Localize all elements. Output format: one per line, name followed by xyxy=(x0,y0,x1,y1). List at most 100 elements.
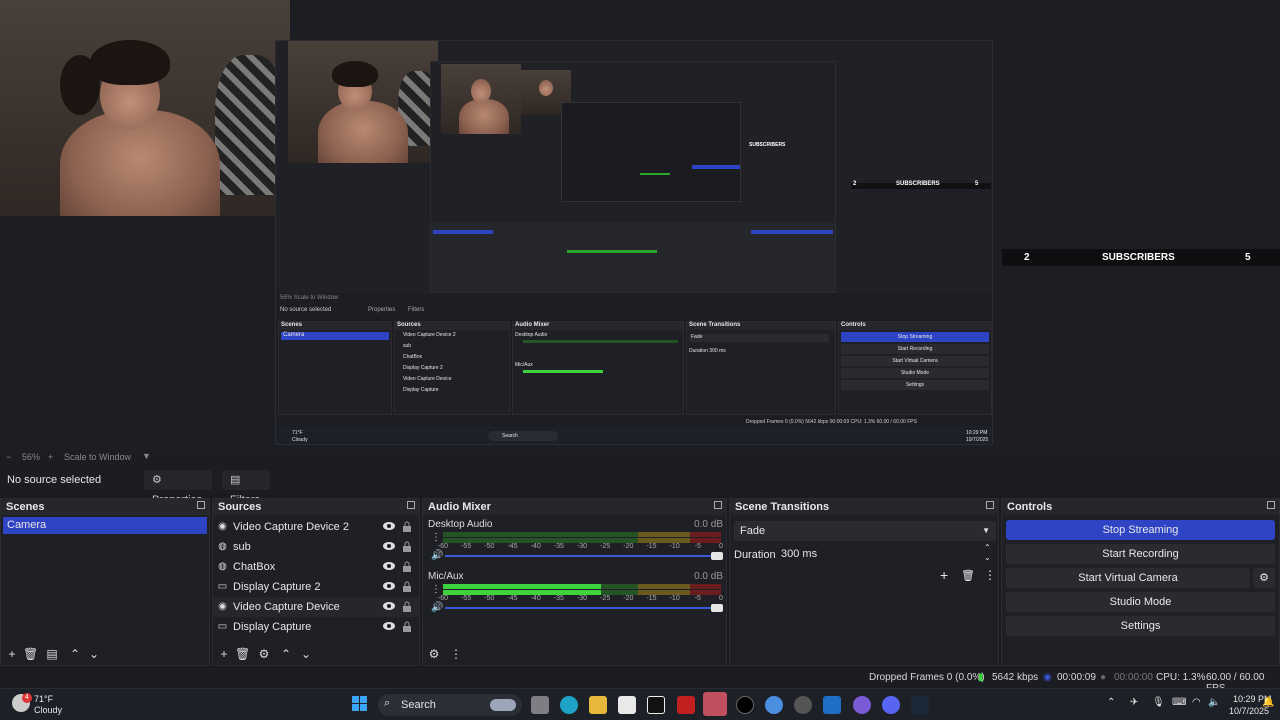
eye-icon[interactable] xyxy=(383,601,395,611)
preview-canvas[interactable]: SUBSCRIBERS 2 SUBSCRIBERS 5 56% Scale to… xyxy=(0,0,1280,451)
lock-icon[interactable] xyxy=(402,541,412,552)
scenes-header: Scenes xyxy=(1,499,209,515)
transitions-title: Scene Transitions xyxy=(735,501,830,513)
scene-item-camera[interactable]: Camera xyxy=(3,517,207,534)
scenes-title: Scenes xyxy=(6,501,45,513)
undock-icon[interactable] xyxy=(407,501,415,509)
record-time: 00:00:00 xyxy=(1114,672,1153,683)
lock-icon[interactable] xyxy=(402,621,412,632)
volume-slider[interactable] xyxy=(445,604,723,612)
eye-icon[interactable] xyxy=(383,541,395,551)
keyboard-icon[interactable]: ⌨ xyxy=(1172,697,1186,708)
more-icon[interactable]: ⋮ xyxy=(449,647,463,661)
taskbar-search[interactable]: ⌕ Search xyxy=(378,694,522,716)
chevron-up-icon[interactable]: ⌃ xyxy=(1107,697,1115,708)
zoom-out-button[interactable]: − xyxy=(6,452,11,462)
virtual-camera-settings-button[interactable]: ⚙ xyxy=(1253,568,1275,588)
obs-icon[interactable] xyxy=(736,696,754,714)
eye-icon[interactable] xyxy=(383,621,395,631)
volume-icon[interactable]: 🔈 xyxy=(1208,697,1220,708)
file-explorer-icon[interactable] xyxy=(589,696,607,714)
trash-icon[interactable]: 🗑 xyxy=(235,647,250,661)
source-item[interactable]: ◉ Video Capture Device 2 xyxy=(213,517,419,537)
microphone-icon[interactable]: 🎙 xyxy=(1152,697,1165,708)
eye-icon[interactable] xyxy=(383,561,395,571)
windows-start-icon[interactable] xyxy=(352,696,368,712)
more-icon[interactable]: ⋮ xyxy=(431,532,441,543)
duration-input[interactable]: 300 ms xyxy=(776,545,984,563)
start-virtual-camera-button[interactable]: Start Virtual Camera xyxy=(1006,568,1250,588)
edge-icon[interactable] xyxy=(765,696,783,714)
volume-slider[interactable] xyxy=(445,552,723,560)
undock-icon[interactable] xyxy=(714,501,722,509)
filters-button[interactable]: ▤ Filters xyxy=(222,470,270,506)
nested-search: Search xyxy=(488,431,558,441)
twitch-icon[interactable] xyxy=(853,696,871,714)
chevron-down-icon[interactable]: ▼ xyxy=(142,451,151,461)
search-icon: ⌕ xyxy=(384,697,391,709)
transition-select[interactable]: Fade ▼ xyxy=(734,521,996,541)
outlook-icon[interactable] xyxy=(823,696,841,714)
source-name: Video Capture Device 2 xyxy=(233,521,349,533)
globe-icon: ◍ xyxy=(218,561,227,572)
more-icon[interactable]: ⋮ xyxy=(984,568,996,582)
stop-streaming-button[interactable]: Stop Streaming xyxy=(1006,520,1275,540)
chevron-down-icon[interactable]: ⌄ xyxy=(984,553,991,562)
tick-label: -45 xyxy=(507,543,518,550)
chevron-up-icon[interactable]: ⌃ xyxy=(279,647,293,661)
app-icon[interactable] xyxy=(703,692,727,716)
source-item[interactable]: ◍ sub xyxy=(213,537,419,557)
add-icon[interactable]: + xyxy=(940,567,948,583)
scale-mode[interactable]: Scale to Window xyxy=(64,452,131,462)
undock-icon[interactable] xyxy=(1267,501,1275,509)
scene-transitions-dock: Scene Transitions Fade ▼ Duration 300 ms … xyxy=(729,498,999,666)
weather-badge: 4 xyxy=(22,693,32,703)
nested-mic-aux: Mic/Aux xyxy=(515,362,533,368)
gear-icon[interactable]: ⚙ xyxy=(427,647,441,661)
settings-button[interactable]: Settings xyxy=(1006,616,1275,636)
start-recording-button[interactable]: Start Recording xyxy=(1006,544,1275,564)
steam-icon[interactable] xyxy=(911,696,929,714)
copilot-icon[interactable] xyxy=(560,696,578,714)
lock-icon[interactable] xyxy=(402,581,412,592)
capcut-icon[interactable] xyxy=(647,696,665,714)
lock-icon[interactable] xyxy=(402,601,412,612)
source-item[interactable]: ◍ ChatBox xyxy=(213,557,419,577)
lock-icon[interactable] xyxy=(402,561,412,572)
mcafee-icon[interactable] xyxy=(677,696,695,714)
trash-icon[interactable]: 🗑 xyxy=(23,647,38,661)
speaker-icon[interactable]: 🔊 xyxy=(431,550,443,561)
chevron-down-icon[interactable]: ⌄ xyxy=(299,647,313,661)
notification-icon[interactable]: 🔔 xyxy=(1262,697,1274,708)
lock-icon[interactable] xyxy=(402,521,412,532)
add-icon[interactable]: + xyxy=(217,647,231,661)
add-icon[interactable]: + xyxy=(5,647,19,661)
source-item[interactable]: ▭ Display Capture 2 xyxy=(213,577,419,597)
discord-icon[interactable] xyxy=(882,696,900,714)
chevron-up-icon[interactable]: ⌃ xyxy=(68,647,82,661)
tick-label: -35 xyxy=(553,595,564,602)
store-icon[interactable] xyxy=(618,696,636,714)
undock-icon[interactable] xyxy=(197,501,205,509)
properties-button[interactable]: ⚙ Properties xyxy=(144,470,212,506)
source-item[interactable]: ▭ Display Capture xyxy=(213,617,419,637)
speaker-icon[interactable]: 🔊 xyxy=(431,602,443,613)
eye-icon[interactable] xyxy=(383,521,395,531)
zoom-in-button[interactable]: + xyxy=(48,452,53,462)
more-icon[interactable]: ⋮ xyxy=(431,584,441,595)
undock-icon[interactable] xyxy=(986,501,994,509)
task-view-icon[interactable] xyxy=(531,696,549,714)
studio-mode-button[interactable]: Studio Mode xyxy=(1006,592,1275,612)
chevron-up-icon[interactable]: ⌃ xyxy=(984,543,991,552)
filter-icon[interactable]: ▤ xyxy=(45,647,59,661)
nested-sources-title: Sources xyxy=(395,322,509,330)
trash-icon[interactable]: 🗑 xyxy=(961,569,975,582)
source-item[interactable]: ◉ Video Capture Device xyxy=(213,597,419,617)
network-icon[interactable]: ✈ xyxy=(1130,697,1138,708)
wifi-icon[interactable]: ◠ xyxy=(1192,697,1201,708)
nested-filters: Filters xyxy=(408,307,425,313)
gear-icon[interactable]: ⚙ xyxy=(257,647,271,661)
eye-icon[interactable] xyxy=(383,581,395,591)
chrome-icon[interactable] xyxy=(794,696,812,714)
chevron-down-icon[interactable]: ⌄ xyxy=(87,647,101,661)
